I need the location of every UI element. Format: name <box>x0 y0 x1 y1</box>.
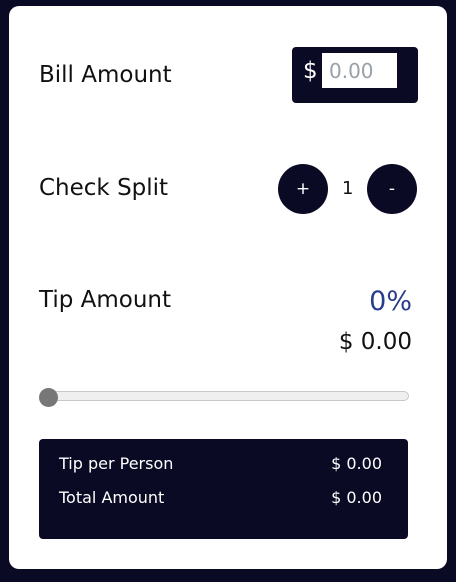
tip-amount-label: Tip Amount <box>39 287 172 313</box>
bill-amount-label: Bill Amount <box>39 62 172 88</box>
tip-percent-value: 0% <box>369 286 412 317</box>
tip-slider-thumb[interactable] <box>39 388 58 407</box>
bill-amount-field-box: $ <box>292 47 418 103</box>
summary-panel: Tip per Person $ 0.00 Total Amount $ 0.0… <box>39 439 408 539</box>
split-decrement-button[interactable]: - <box>367 164 417 214</box>
check-split-label: Check Split <box>39 175 169 201</box>
total-amount-label: Total Amount <box>59 488 165 507</box>
bill-currency-symbol: $ <box>303 58 318 84</box>
tip-calculator-card: Bill Amount $ Check Split + 1 - Tip Amou… <box>9 6 447 569</box>
bill-amount-input[interactable] <box>322 53 397 88</box>
total-amount-value: $ 0.00 <box>331 488 382 507</box>
tip-per-person-value: $ 0.00 <box>331 454 382 473</box>
split-count-value: 1 <box>342 178 354 199</box>
split-increment-button[interactable]: + <box>278 164 328 214</box>
tip-slider-track[interactable] <box>40 391 409 401</box>
tip-amount-value: $ 0.00 <box>338 329 412 355</box>
tip-per-person-label: Tip per Person <box>59 454 174 473</box>
